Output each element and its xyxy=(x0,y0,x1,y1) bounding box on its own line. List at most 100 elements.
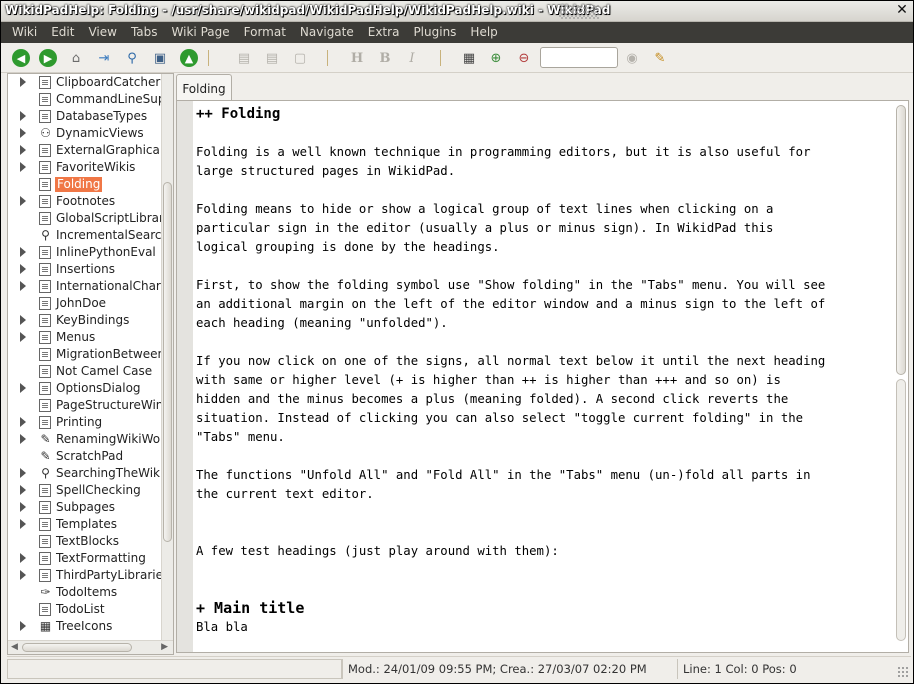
tree-node[interactable]: GlobalScriptLibrary xyxy=(8,210,161,227)
expand-arrow-icon[interactable] xyxy=(20,315,26,325)
copy-icon[interactable]: ▤ xyxy=(235,49,253,67)
tree-node[interactable]: Not Camel Case xyxy=(8,363,161,380)
forward-icon[interactable]: ▶ xyxy=(39,49,57,67)
home-icon[interactable]: ⌂ xyxy=(67,49,85,67)
tree-node[interactable]: ClipboardCatcher xyxy=(8,74,161,91)
menu-wiki[interactable]: Wiki xyxy=(1,22,44,43)
menu-extra[interactable]: Extra xyxy=(361,22,407,43)
calendar-icon[interactable]: ▦ xyxy=(460,49,478,67)
close-icon[interactable]: ✕ xyxy=(895,3,909,17)
clipboard-icon[interactable]: ▢ xyxy=(291,49,309,67)
tree-node[interactable]: TextFormatting xyxy=(8,550,161,567)
tree-node[interactable]: ✑ TodoItems xyxy=(8,584,161,601)
tree-node[interactable]: Subpages xyxy=(8,499,161,516)
menu-edit[interactable]: Edit xyxy=(44,22,81,43)
tree-node[interactable]: SpellChecking xyxy=(8,482,161,499)
menu-tabs[interactable]: Tabs xyxy=(124,22,165,43)
expand-arrow-icon[interactable] xyxy=(20,553,26,563)
zoom-in-icon[interactable]: ⊕ xyxy=(487,49,505,67)
expand-arrow-icon[interactable] xyxy=(20,417,26,427)
expand-arrow-icon[interactable] xyxy=(20,196,26,206)
editor-pane[interactable]: ++ Folding Folding is a well known techni… xyxy=(176,100,909,653)
editor-scroll-track[interactable] xyxy=(896,379,906,641)
tree-node[interactable]: Templates xyxy=(8,516,161,533)
edit-icon[interactable]: ✎ xyxy=(651,49,669,67)
tree-node[interactable]: Folding xyxy=(8,176,161,193)
editor-vertical-scrollbar[interactable] xyxy=(894,101,908,652)
tree-node[interactable]: ThirdPartyLibraries xyxy=(8,567,161,584)
scroll-left-icon[interactable]: ◀ xyxy=(11,642,18,652)
search-input[interactable] xyxy=(540,47,618,68)
tree-node[interactable]: TextBlocks xyxy=(8,533,161,550)
tree-node[interactable]: ExternalGraphicalA xyxy=(8,142,161,159)
tree-node[interactable]: TodoList xyxy=(8,601,161,618)
expand-arrow-icon[interactable] xyxy=(20,519,26,529)
bold-icon[interactable]: B xyxy=(376,49,394,67)
open-wiki-icon[interactable]: ⇥ xyxy=(95,49,113,67)
tree-node[interactable]: InternationalChara xyxy=(8,278,161,295)
expand-arrow-icon[interactable] xyxy=(20,247,26,257)
expand-arrow-icon[interactable] xyxy=(20,332,26,342)
tree-node[interactable]: PageStructureWin xyxy=(8,397,161,414)
tree-node[interactable]: ✎ RenamingWikiWor xyxy=(8,431,161,448)
search-icon[interactable]: ⚲ xyxy=(123,49,141,67)
expand-arrow-icon[interactable] xyxy=(20,281,26,291)
refresh-icon[interactable]: ▲ xyxy=(180,49,198,67)
tree-node[interactable]: Menus xyxy=(8,329,161,346)
tree-node[interactable]: OptionsDialog xyxy=(8,380,161,397)
tab-folding[interactable]: Folding xyxy=(176,74,232,101)
expand-arrow-icon[interactable] xyxy=(20,77,26,87)
expand-arrow-icon[interactable] xyxy=(20,502,26,512)
expand-arrow-icon[interactable] xyxy=(20,621,26,631)
menu-wiki-page[interactable]: Wiki Page xyxy=(165,22,237,43)
fold-margin[interactable] xyxy=(177,101,193,652)
tree-node[interactable]: DatabaseTypes xyxy=(8,108,161,125)
expand-arrow-icon[interactable] xyxy=(20,264,26,274)
menu-help[interactable]: Help xyxy=(463,22,504,43)
tree-node[interactable]: ▦ TreeIcons xyxy=(8,618,161,635)
back-icon[interactable]: ◀ xyxy=(12,49,30,67)
tree-node[interactable]: MigrationBetween xyxy=(8,346,161,363)
tree-vertical-scrollbar[interactable] xyxy=(161,74,173,640)
wiki-tree[interactable]: ClipboardCatcher CommandLineSupp DatabaseT… xyxy=(8,74,161,640)
menu-plugins[interactable]: Plugins xyxy=(406,22,463,43)
menu-view[interactable]: View xyxy=(81,22,123,43)
tree-node[interactable]: Printing xyxy=(8,414,161,431)
tree-node[interactable]: Footnotes xyxy=(8,193,161,210)
tree-node[interactable]: JohnDoe xyxy=(8,295,161,312)
expand-arrow-icon[interactable] xyxy=(20,570,26,580)
search-go-icon[interactable]: ◉ xyxy=(623,49,641,67)
tree-node[interactable]: InlinePythonEval xyxy=(8,244,161,261)
tree-scroll-thumb[interactable] xyxy=(163,182,172,542)
scroll-right-icon[interactable]: ▶ xyxy=(161,642,168,652)
expand-arrow-icon[interactable] xyxy=(20,468,26,478)
title-bar[interactable]: WikidPadHelp: Folding - /usr/share/wikid… xyxy=(1,1,913,22)
heading-icon[interactable]: H xyxy=(348,49,366,67)
tree-node[interactable]: KeyBindings xyxy=(8,312,161,329)
tree-node[interactable]: ⚲ SearchingTheWiki xyxy=(8,465,161,482)
tree-node[interactable]: FavoriteWikis xyxy=(8,159,161,176)
italic-icon[interactable]: I xyxy=(403,49,421,67)
tree-node[interactable]: Insertions xyxy=(8,261,161,278)
menu-format[interactable]: Format xyxy=(237,22,293,43)
expand-arrow-icon[interactable] xyxy=(20,434,26,444)
expand-arrow-icon[interactable] xyxy=(20,383,26,393)
expand-arrow-icon[interactable] xyxy=(20,111,26,121)
zoom-out-icon[interactable]: ⊖ xyxy=(515,49,533,67)
tree-horizontal-scrollbar[interactable]: ◀ ▶ xyxy=(8,640,173,654)
tree-node[interactable]: ✎ ScratchPad xyxy=(8,448,161,465)
tree-hscroll-thumb[interactable] xyxy=(22,643,132,652)
tree-node[interactable]: ⚇ DynamicViews xyxy=(8,125,161,142)
menu-navigate[interactable]: Navigate xyxy=(293,22,361,43)
search-page-icon[interactable]: ▣ xyxy=(151,49,169,67)
tree-node[interactable]: ⚲ IncrementalSearch xyxy=(8,227,161,244)
expand-arrow-icon[interactable] xyxy=(20,128,26,138)
tree-node[interactable]: CommandLineSupp xyxy=(8,91,161,108)
expand-arrow-icon[interactable] xyxy=(20,145,26,155)
expand-arrow-icon[interactable] xyxy=(20,485,26,495)
resize-grip[interactable] xyxy=(897,666,909,678)
paste-icon[interactable]: ▤ xyxy=(263,49,281,67)
editor-text[interactable]: ++ Folding Folding is a well known techni… xyxy=(196,105,896,637)
editor-scroll-thumb[interactable] xyxy=(896,105,906,375)
expand-arrow-icon[interactable] xyxy=(20,162,26,172)
